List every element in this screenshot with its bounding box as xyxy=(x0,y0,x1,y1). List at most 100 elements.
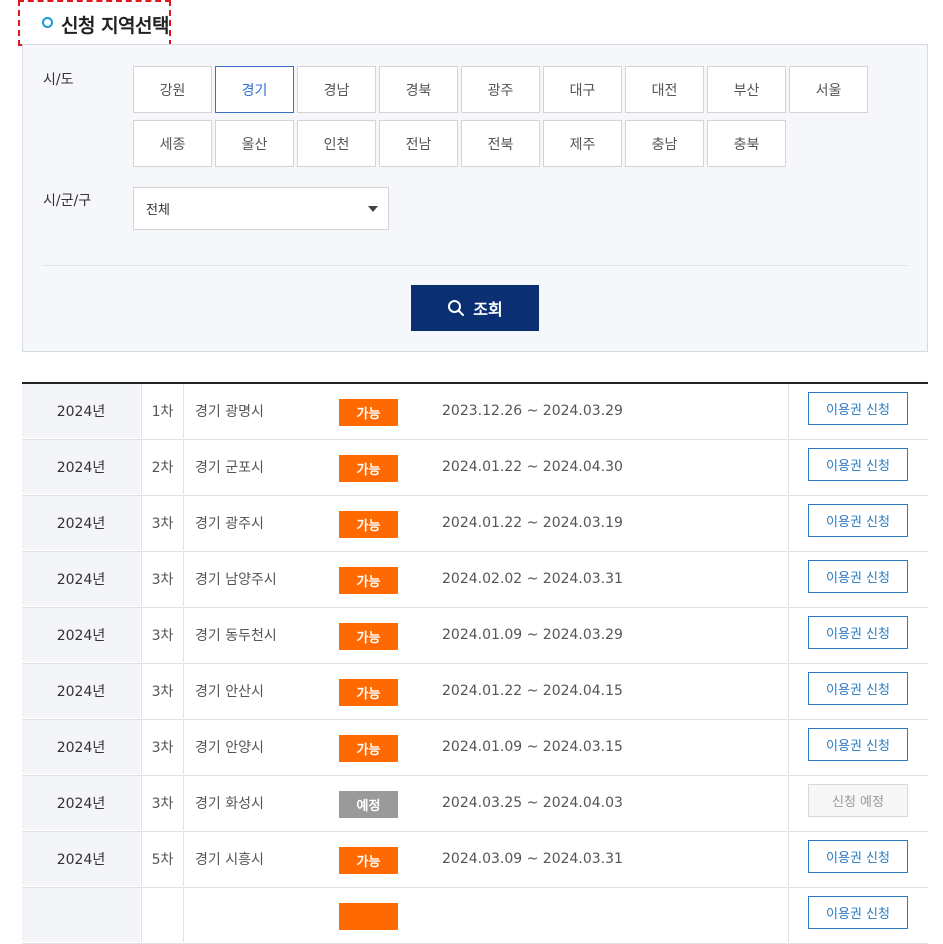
year-cell: 2024년 xyxy=(22,384,140,438)
region-button[interactable]: 인천 xyxy=(297,120,376,167)
action-cell: 이용권 신청 xyxy=(788,664,929,718)
year-cell: 2024년 xyxy=(22,664,140,718)
table-row: 2024년 3차 경기 동두천시 가능 2024.01.09 ~ 2024.03.29 이… xyxy=(22,608,928,664)
action-cell: 이용권 신청 xyxy=(788,832,929,886)
city-cell: 경기 광명시 xyxy=(183,384,335,438)
region-button[interactable]: 충북 xyxy=(707,120,786,167)
round-cell xyxy=(141,888,183,942)
city-cell: 경기 군포시 xyxy=(183,440,335,494)
region-button[interactable]: 대구 xyxy=(543,66,622,113)
apply-voucher-button[interactable]: 이용권 신청 xyxy=(808,672,908,705)
apply-voucher-button[interactable]: 이용권 신청 xyxy=(808,504,908,537)
region-button[interactable]: 강원 xyxy=(133,66,212,113)
apply-voucher-button[interactable]: 이용권 신청 xyxy=(808,896,908,929)
period-cell: 2024.01.22 ~ 2024.04.30 xyxy=(442,459,623,475)
table-row: 2024년 3차 경기 화성시 예정 2024.03.25 ~ 2024.04.03 신청… xyxy=(22,776,928,832)
year-cell: 2024년 xyxy=(22,608,140,662)
caret-down-icon xyxy=(368,206,378,212)
status-badge: 가능 xyxy=(339,847,398,874)
region-button[interactable]: 울산 xyxy=(215,120,294,167)
table-row: 2024년 3차 경기 안산시 가능 2024.01.22 ~ 2024.04.15 이용… xyxy=(22,664,928,720)
period-cell: 2024.01.09 ~ 2024.03.29 xyxy=(442,627,623,643)
table-row: 이용권 신청 xyxy=(22,888,928,944)
region-button[interactable]: 경기 xyxy=(215,66,294,113)
status-badge xyxy=(339,903,398,930)
city-cell xyxy=(183,888,335,942)
region-button[interactable]: 전북 xyxy=(461,120,540,167)
action-cell: 이용권 신청 xyxy=(788,608,929,662)
apply-voucher-button[interactable]: 이용권 신청 xyxy=(808,448,908,481)
year-cell: 2024년 xyxy=(22,440,140,494)
region-button[interactable]: 대전 xyxy=(625,66,704,113)
status-badge: 가능 xyxy=(339,623,398,650)
action-cell: 이용권 신청 xyxy=(788,496,929,550)
district-select[interactable]: 전체 xyxy=(133,187,389,230)
section-title: 신청 지역선택 xyxy=(61,15,170,37)
round-cell: 3차 xyxy=(141,608,183,662)
action-cell: 이용권 신청 xyxy=(788,384,929,438)
period-cell: 2024.03.25 ~ 2024.04.03 xyxy=(442,795,623,811)
year-cell: 2024년 xyxy=(22,552,140,606)
region-label: 시/도 xyxy=(43,72,74,88)
apply-voucher-button[interactable]: 이용권 신청 xyxy=(808,840,908,873)
status-badge: 가능 xyxy=(339,679,398,706)
table-row: 2024년 2차 경기 군포시 가능 2024.01.22 ~ 2024.04.30 이용… xyxy=(22,440,928,496)
city-cell: 경기 남양주시 xyxy=(183,552,335,606)
year-cell xyxy=(22,888,140,942)
round-cell: 3차 xyxy=(141,496,183,550)
region-button[interactable]: 충남 xyxy=(625,120,704,167)
region-button[interactable]: 제주 xyxy=(543,120,622,167)
city-cell: 경기 안양시 xyxy=(183,720,335,774)
year-cell: 2024년 xyxy=(22,776,140,830)
status-badge: 가능 xyxy=(339,567,398,594)
region-button[interactable]: 경북 xyxy=(379,66,458,113)
table-row: 2024년 3차 경기 광주시 가능 2024.01.22 ~ 2024.03.19 이용… xyxy=(22,496,928,552)
action-cell: 이용권 신청 xyxy=(788,888,929,942)
divider xyxy=(43,265,907,266)
city-cell: 경기 광주시 xyxy=(183,496,335,550)
status-badge: 가능 xyxy=(339,735,398,762)
section-title-box: 신청 지역선택 xyxy=(18,0,171,46)
period-cell: 2024.02.02 ~ 2024.03.31 xyxy=(442,571,623,587)
year-cell: 2024년 xyxy=(22,832,140,886)
year-cell: 2024년 xyxy=(22,720,140,774)
round-cell: 2차 xyxy=(141,440,183,494)
action-cell: 신청 예정 xyxy=(788,776,929,830)
apply-voucher-button[interactable]: 이용권 신청 xyxy=(808,392,908,425)
district-label: 시/군/구 xyxy=(43,193,92,209)
period-cell: 2023.12.26 ~ 2024.03.29 xyxy=(442,403,623,419)
status-badge: 예정 xyxy=(339,791,398,818)
bullet-icon xyxy=(42,17,53,28)
action-cell: 이용권 신청 xyxy=(788,720,929,774)
search-icon xyxy=(448,300,465,316)
status-badge: 가능 xyxy=(339,511,398,538)
action-cell: 이용권 신청 xyxy=(788,552,929,606)
period-cell: 2024.01.22 ~ 2024.04.15 xyxy=(442,683,623,699)
round-cell: 3차 xyxy=(141,776,183,830)
region-button[interactable]: 전남 xyxy=(379,120,458,167)
region-button[interactable]: 세종 xyxy=(133,120,212,167)
apply-voucher-button[interactable]: 이용권 신청 xyxy=(808,616,908,649)
round-cell: 3차 xyxy=(141,552,183,606)
search-button-label: 조회 xyxy=(473,300,503,319)
region-filter-panel: 시/도 강원 경기 경남 경북 광주 대구 대전 부산 서울세종 울산 인천 전남 전북 제주 충남 충북 시… xyxy=(22,44,928,352)
action-cell: 이용권 신청 xyxy=(788,440,929,494)
year-cell: 2024년 xyxy=(22,496,140,550)
period-cell: 2024.03.09 ~ 2024.03.31 xyxy=(442,851,623,867)
status-badge: 가능 xyxy=(339,455,398,482)
search-button[interactable]: 조회 xyxy=(411,285,539,331)
apply-voucher-button[interactable]: 이용권 신청 xyxy=(808,560,908,593)
district-select-value: 전체 xyxy=(146,203,170,218)
city-cell: 경기 동두천시 xyxy=(183,608,335,662)
round-cell: 5차 xyxy=(141,832,183,886)
region-button[interactable]: 서울 xyxy=(789,66,868,113)
status-badge: 가능 xyxy=(339,399,398,426)
city-cell: 경기 시흥시 xyxy=(183,832,335,886)
region-button[interactable]: 경남 xyxy=(297,66,376,113)
round-cell: 3차 xyxy=(141,720,183,774)
apply-voucher-button[interactable]: 이용권 신청 xyxy=(808,728,908,761)
round-cell: 3차 xyxy=(141,664,183,718)
region-button[interactable]: 부산 xyxy=(707,66,786,113)
city-cell: 경기 화성시 xyxy=(183,776,335,830)
region-button[interactable]: 광주 xyxy=(461,66,540,113)
